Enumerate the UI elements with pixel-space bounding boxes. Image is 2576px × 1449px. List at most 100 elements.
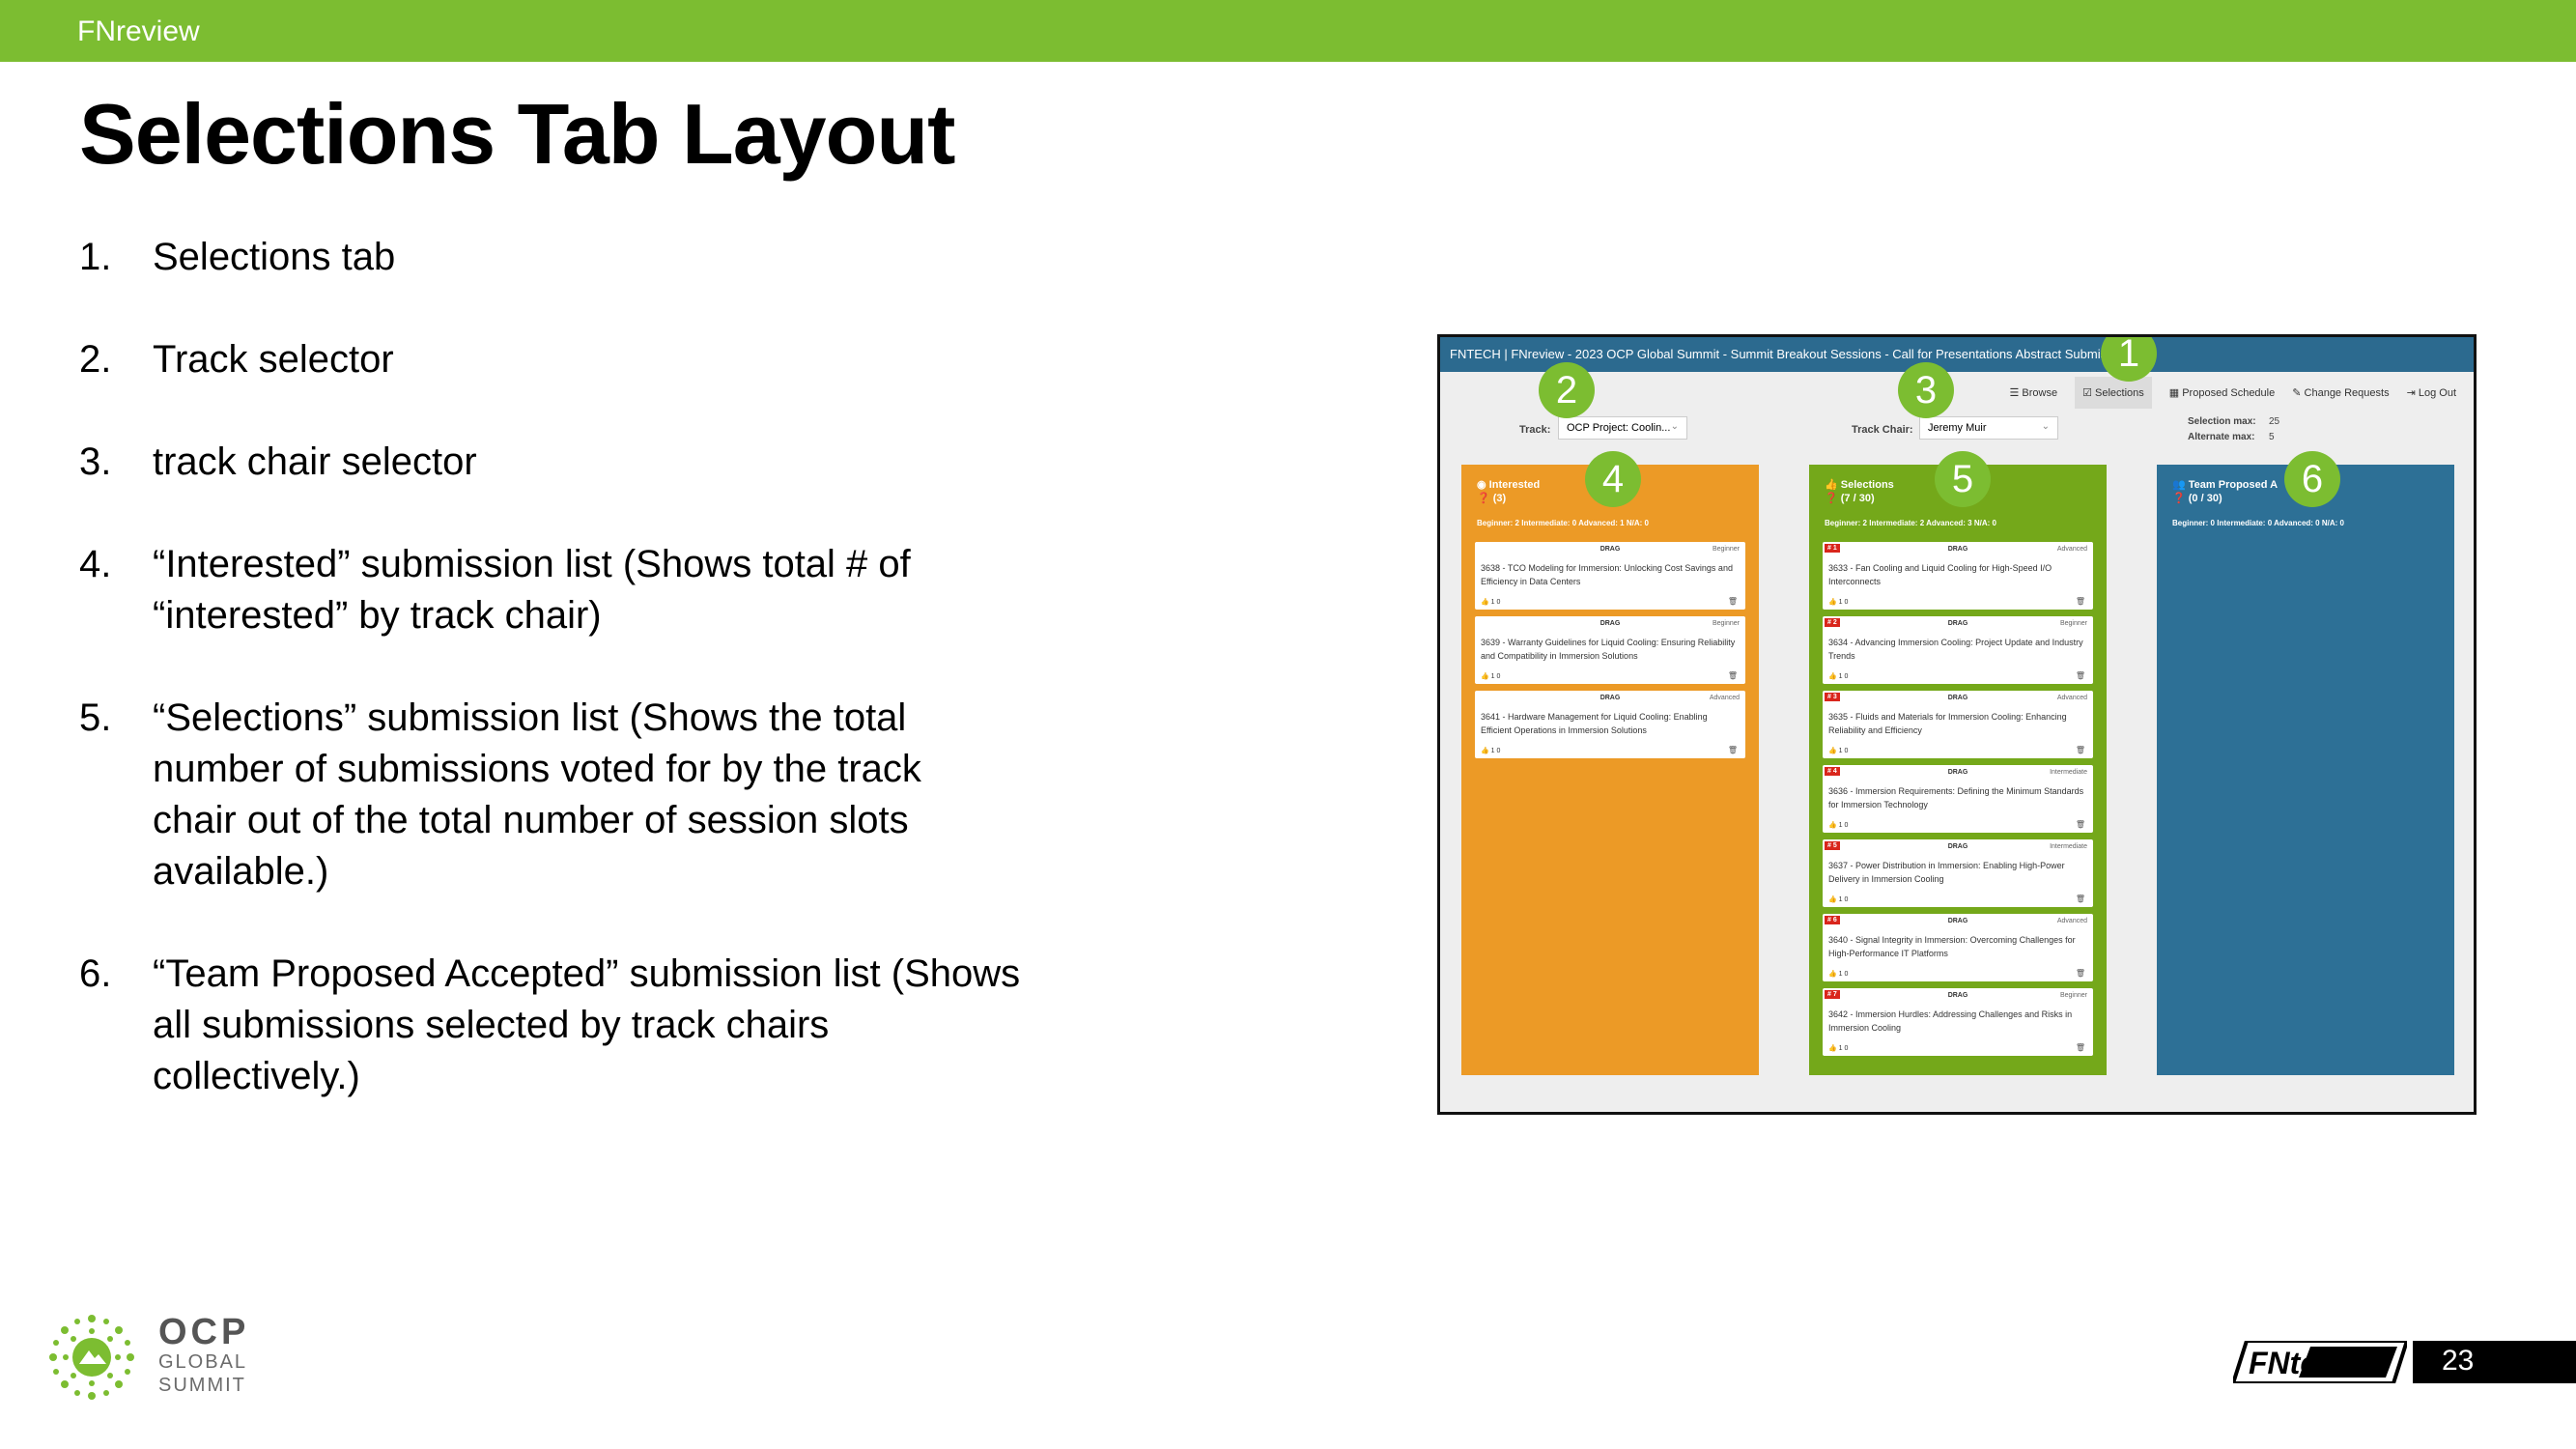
alternate-max: Alternate max: 5 [2188,432,2275,442]
trash-icon[interactable]: 🗑 [2076,671,2085,680]
nav-change-requests[interactable]: ✎ Change Requests [2292,386,2389,399]
list-text: “Interested” submission list (Shows tota… [153,543,911,637]
callout-badge: 3 [1898,362,1954,418]
drag-handle[interactable]: DRAG [1475,695,1745,701]
trash-icon[interactable]: 🗑 [1728,597,1738,606]
vote-count: 👍 1 0 [1481,748,1501,754]
submission-card[interactable]: DRAG Beginner 3638 - TCO Modeling for Im… [1475,542,1745,610]
submission-title[interactable]: 3637 - Power Distribution in Immersion: … [1828,859,2085,886]
list-number: 2. [79,338,112,381]
nav-log-out[interactable]: ⇥ Log Out [2407,386,2456,399]
submission-card[interactable]: # 6 DRAG Advanced 3640 - Signal Integrit… [1823,914,2093,981]
submission-card[interactable]: DRAG Beginner 3639 - Warranty Guidelines… [1475,616,1745,684]
list-text: “Selections” submission list (Shows the … [153,696,921,893]
vote-count: 👍 1 0 [1828,673,1849,680]
selections-column: 👍 Selections ❓ (7 / 30) Beginner: 2 Inte… [1809,465,2107,1075]
fntech-logo: FNtech [2233,1341,2407,1383]
submission-title[interactable]: 3641 - Hardware Management for Liquid Co… [1481,710,1738,737]
help-icon: ❓ [2172,493,2186,504]
list-item: 5. “Selections” submission list (Shows th… [79,693,1006,897]
interested-title: ◉ Interested ❓ (3) [1477,479,1541,504]
list-item: 1. Selections tab [79,232,1045,283]
level-label: Advanced [2056,695,2087,701]
trash-icon[interactable]: 🗑 [2076,1043,2085,1052]
level-label: Beginner [2059,992,2087,999]
submission-title[interactable]: 3636 - Immersion Requirements: Defining … [1828,784,2085,811]
users-icon: 👥 [2172,479,2186,491]
callout-badge: 4 [1585,451,1641,507]
list-item: 6. “Team Proposed Accepted” submission li… [79,949,1045,1102]
ocp-sunburst-icon [49,1315,134,1400]
drag-handle[interactable]: DRAG [1823,546,2093,553]
eye-icon: ◉ [1477,479,1486,491]
submission-card[interactable]: # 1 DRAG Advanced 3633 - Fan Cooling and… [1823,542,2093,610]
list-number: 4. [79,543,112,585]
vote-count: 👍 1 0 [1828,1045,1849,1052]
level-label: Advanced [2056,546,2087,553]
submission-card[interactable]: # 5 DRAG Intermediate 3637 - Power Distr… [1823,839,2093,907]
trash-icon[interactable]: 🗑 [2076,969,2085,978]
drag-handle[interactable]: DRAG [1475,620,1745,627]
trash-icon[interactable]: 🗑 [2076,820,2085,829]
app-nav: ☰ Browse ☑ Selections ▦ Proposed Schedul… [2009,374,2456,411]
vote-count: 👍 1 0 [1481,673,1501,680]
chevron-down-icon: ⌄ [2041,421,2050,432]
submission-title[interactable]: 3638 - TCO Modeling for Immersion: Unloc… [1481,561,1738,588]
nav-selections[interactable]: ☑ Selections [2075,376,2152,409]
app-name: FNreview [77,15,200,47]
submission-title[interactable]: 3642 - Immersion Hurdles: Addressing Cha… [1828,1008,2085,1035]
track-chair-select[interactable]: Jeremy Muir ⌄ [1919,416,2058,440]
submission-card[interactable]: # 4 DRAG Intermediate 3636 - Immersion R… [1823,765,2093,833]
level-label: Beginner [2059,620,2087,627]
submission-title[interactable]: 3639 - Warranty Guidelines for Liquid Co… [1481,636,1738,663]
help-icon: ❓ [1477,493,1490,504]
team-proposed-column: 👥 Team Proposed A ❓ (0 / 30) Beginner: 0… [2157,465,2454,1075]
submission-card[interactable]: # 3 DRAG Advanced 3635 - Fluids and Mate… [1823,691,2093,758]
vote-count: 👍 1 0 [1481,599,1501,606]
page-number: 23 [2442,1345,2475,1377]
list-item: 3. track chair selector [79,437,1045,488]
submission-card[interactable]: # 7 DRAG Beginner 3642 - Immersion Hurdl… [1823,988,2093,1056]
selections-list: # 1 DRAG Advanced 3633 - Fan Cooling and… [1823,542,2093,1063]
list-item: 2. Track selector [79,334,1045,385]
selections-title: 👍 Selections ❓ (7 / 30) [1825,479,1894,504]
level-label: Advanced [1709,695,1740,701]
drag-handle[interactable]: DRAG [1475,546,1745,553]
trash-icon[interactable]: 🗑 [1728,746,1738,754]
vote-count: 👍 1 0 [1828,971,1849,978]
list-text: “Team Proposed Accepted” submission list… [153,952,1021,1097]
callout-badge: 5 [1935,451,1991,507]
level-label: Advanced [2056,918,2087,924]
drag-handle[interactable]: DRAG [1823,620,2093,627]
interested-stats: Beginner: 2 Intermediate: 0 Advanced: 1 … [1477,519,1649,527]
nav-browse[interactable]: ☰ Browse [2009,386,2057,399]
trash-icon[interactable]: 🗑 [1728,671,1738,680]
drag-handle[interactable]: DRAG [1823,695,2093,701]
ocp-wordmark: OCP GLOBAL SUMMIT [158,1312,250,1396]
list-item: 4. “Interested” submission list (Shows to… [79,539,1006,641]
callout-badge: 2 [1539,362,1595,418]
level-label: Intermediate [2050,769,2087,776]
drag-handle[interactable]: DRAG [1823,918,2093,924]
trash-icon[interactable]: 🗑 [2076,746,2085,754]
submission-title[interactable]: 3633 - Fan Cooling and Liquid Cooling fo… [1828,561,2085,588]
callout-badge: 6 [2284,451,2340,507]
drag-handle[interactable]: DRAG [1823,992,2093,999]
list-number: 1. [79,236,112,278]
submission-card[interactable]: DRAG Advanced 3641 - Hardware Management… [1475,691,1745,758]
nav-proposed-schedule[interactable]: ▦ Proposed Schedule [2169,386,2275,399]
submission-title[interactable]: 3634 - Advancing Immersion Cooling: Proj… [1828,636,2085,663]
team-proposed-title: 👥 Team Proposed A ❓ (0 / 30) [2172,479,2279,504]
track-select[interactable]: OCP Project: Coolin... ⌄ [1558,416,1687,440]
submission-card[interactable]: # 2 DRAG Beginner 3634 - Advancing Immer… [1823,616,2093,684]
selection-max: Selection max: 25 [2188,416,2280,427]
submission-title[interactable]: 3640 - Signal Integrity in Immersion: Ov… [1828,933,2085,960]
submission-title[interactable]: 3635 - Fluids and Materials for Immersio… [1828,710,2085,737]
app-screenshot: FNTECH | FNreview - 2023 OCP Global Summ… [1437,334,2477,1115]
vote-count: 👍 1 0 [1828,748,1849,754]
trash-icon[interactable]: 🗑 [2076,597,2085,606]
interested-list: DRAG Beginner 3638 - TCO Modeling for Im… [1475,542,1745,765]
interested-column: ◉ Interested ❓ (3) Beginner: 2 Intermedi… [1461,465,1759,1075]
track-label: Track: [1519,424,1551,436]
trash-icon[interactable]: 🗑 [2076,895,2085,903]
